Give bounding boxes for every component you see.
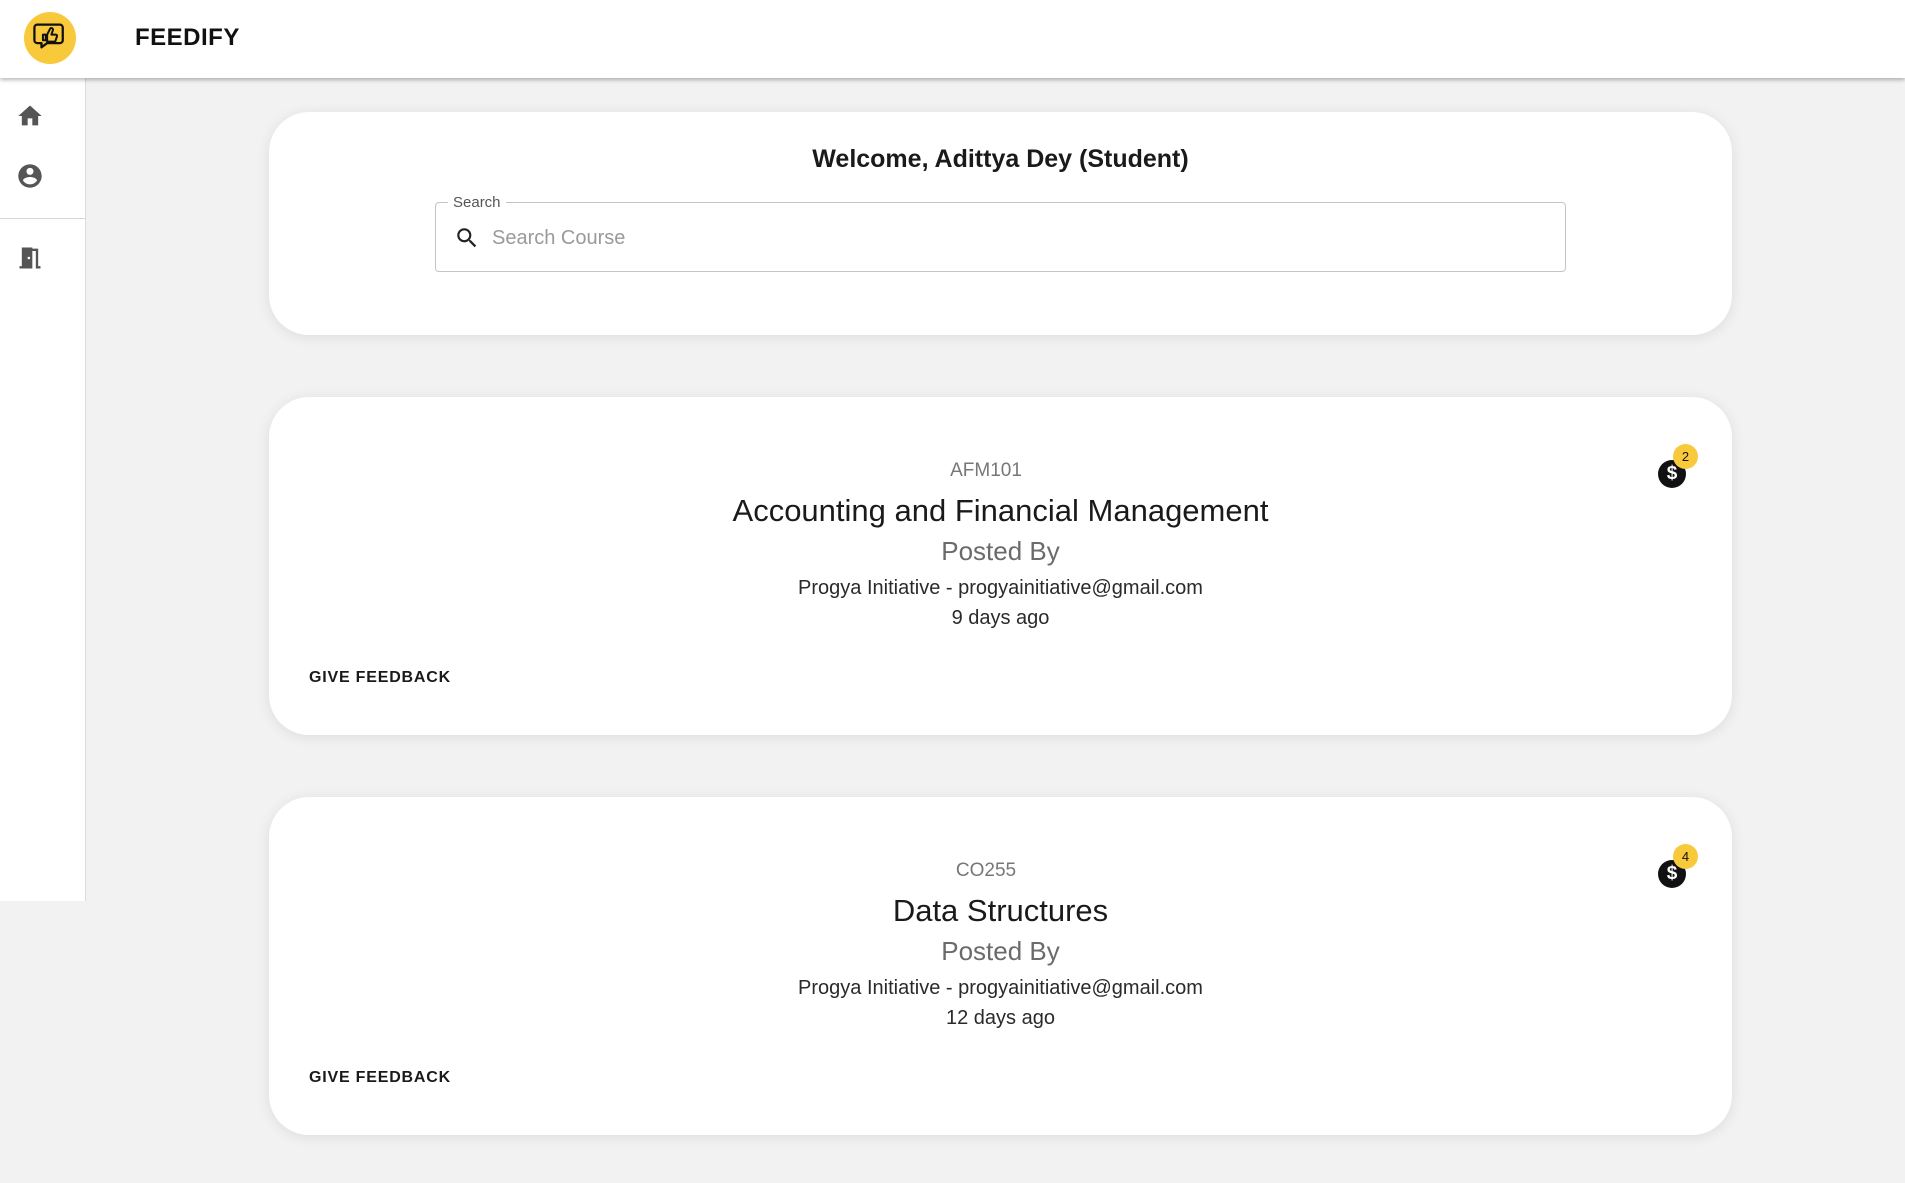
sidebar-item-home[interactable] xyxy=(12,100,48,136)
app-bar: FEEDIFY xyxy=(0,0,1905,78)
coin-count-badge: 2 xyxy=(1673,444,1698,469)
exit-door-icon xyxy=(16,244,44,277)
course-card: AFM101 Accounting and Financial Manageme… xyxy=(269,397,1732,735)
sidebar-item-profile[interactable] xyxy=(12,160,48,196)
posted-time: 9 days ago xyxy=(951,607,1050,629)
sidebar-divider xyxy=(0,218,85,219)
posted-time: 12 days ago xyxy=(946,1007,1055,1029)
welcome-card: Welcome, Adittya Dey (Student) Search xyxy=(269,112,1732,335)
search-icon xyxy=(454,225,480,251)
sidebar-item-logout[interactable] xyxy=(12,242,48,278)
account-circle-icon xyxy=(16,162,44,195)
course-title: Data Structures xyxy=(892,893,1109,928)
coin-count-badge: 4 xyxy=(1673,844,1698,869)
posted-by-label: Posted By xyxy=(941,936,1060,966)
search-label: Search xyxy=(448,194,506,211)
app-title: FEEDIFY xyxy=(135,24,240,51)
poster-info: Progya Initiative - progyainitiative@gma… xyxy=(798,577,1203,599)
posted-by-label: Posted By xyxy=(941,536,1060,566)
search-input[interactable] xyxy=(492,221,1542,255)
home-icon xyxy=(16,102,44,135)
give-feedback-button[interactable]: GIVE FEEDBACK xyxy=(305,669,455,687)
poster-info: Progya Initiative - progyainitiative@gma… xyxy=(798,977,1203,999)
sidebar xyxy=(0,78,86,901)
welcome-title: Welcome, Adittya Dey (Student) xyxy=(812,145,1189,173)
thumbs-up-chat-icon xyxy=(33,19,67,58)
app-logo[interactable] xyxy=(24,12,76,64)
search-field[interactable]: Search xyxy=(435,194,1566,272)
course-code: CO255 xyxy=(955,860,1017,881)
course-card: CO255 Data Structures Posted By Progya I… xyxy=(269,797,1732,1135)
give-feedback-button[interactable]: GIVE FEEDBACK xyxy=(305,1069,455,1087)
course-title: Accounting and Financial Management xyxy=(732,493,1269,528)
course-code: AFM101 xyxy=(950,460,1022,481)
